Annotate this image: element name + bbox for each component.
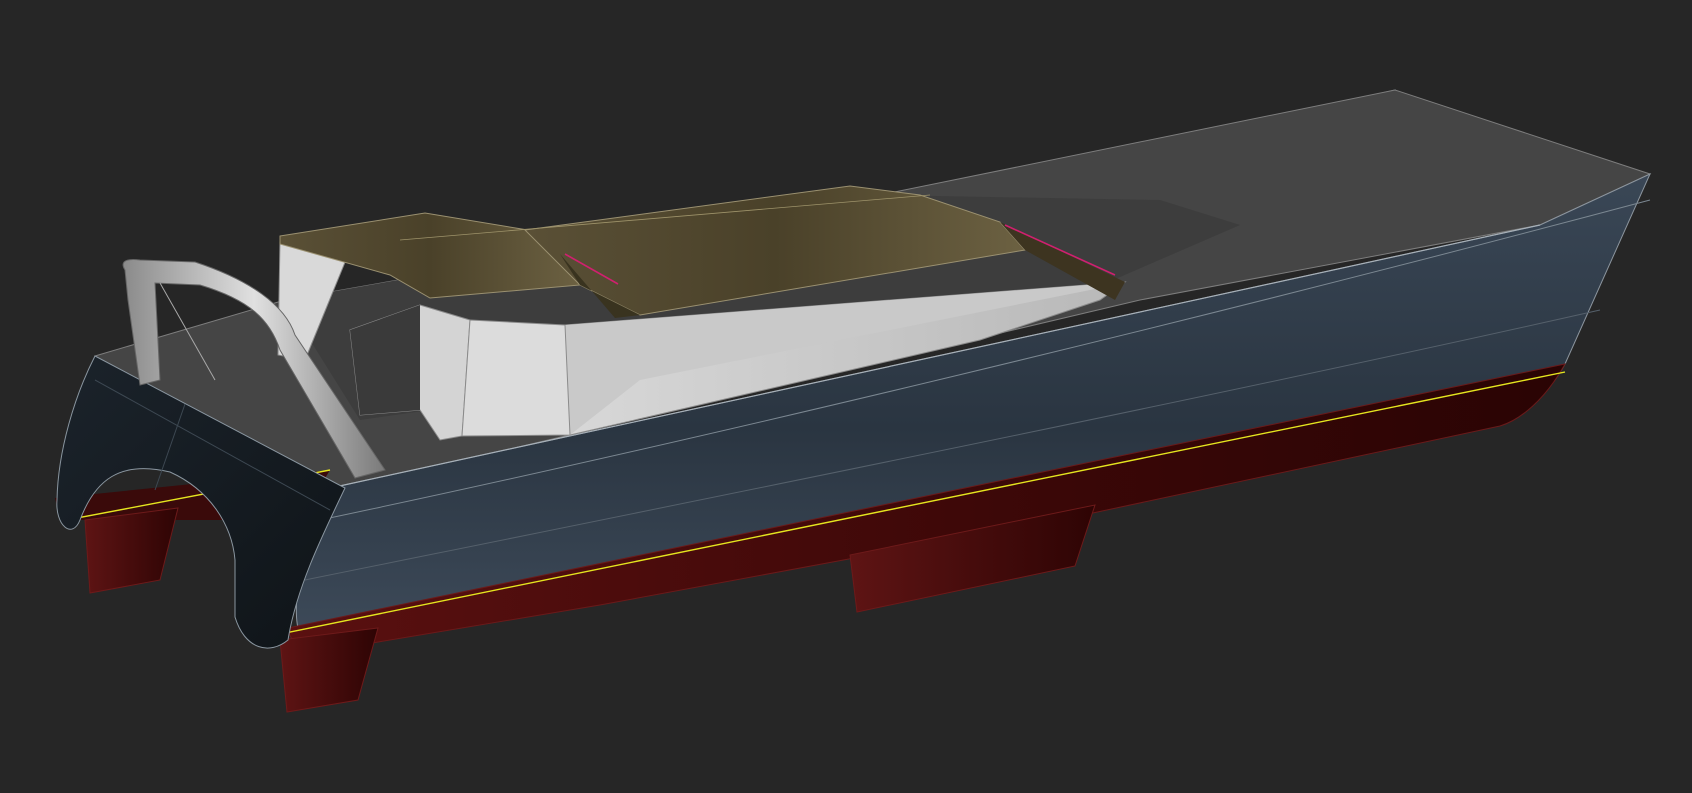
catamaran-render[interactable] — [0, 0, 1692, 793]
3d-viewport[interactable] — [0, 0, 1692, 793]
